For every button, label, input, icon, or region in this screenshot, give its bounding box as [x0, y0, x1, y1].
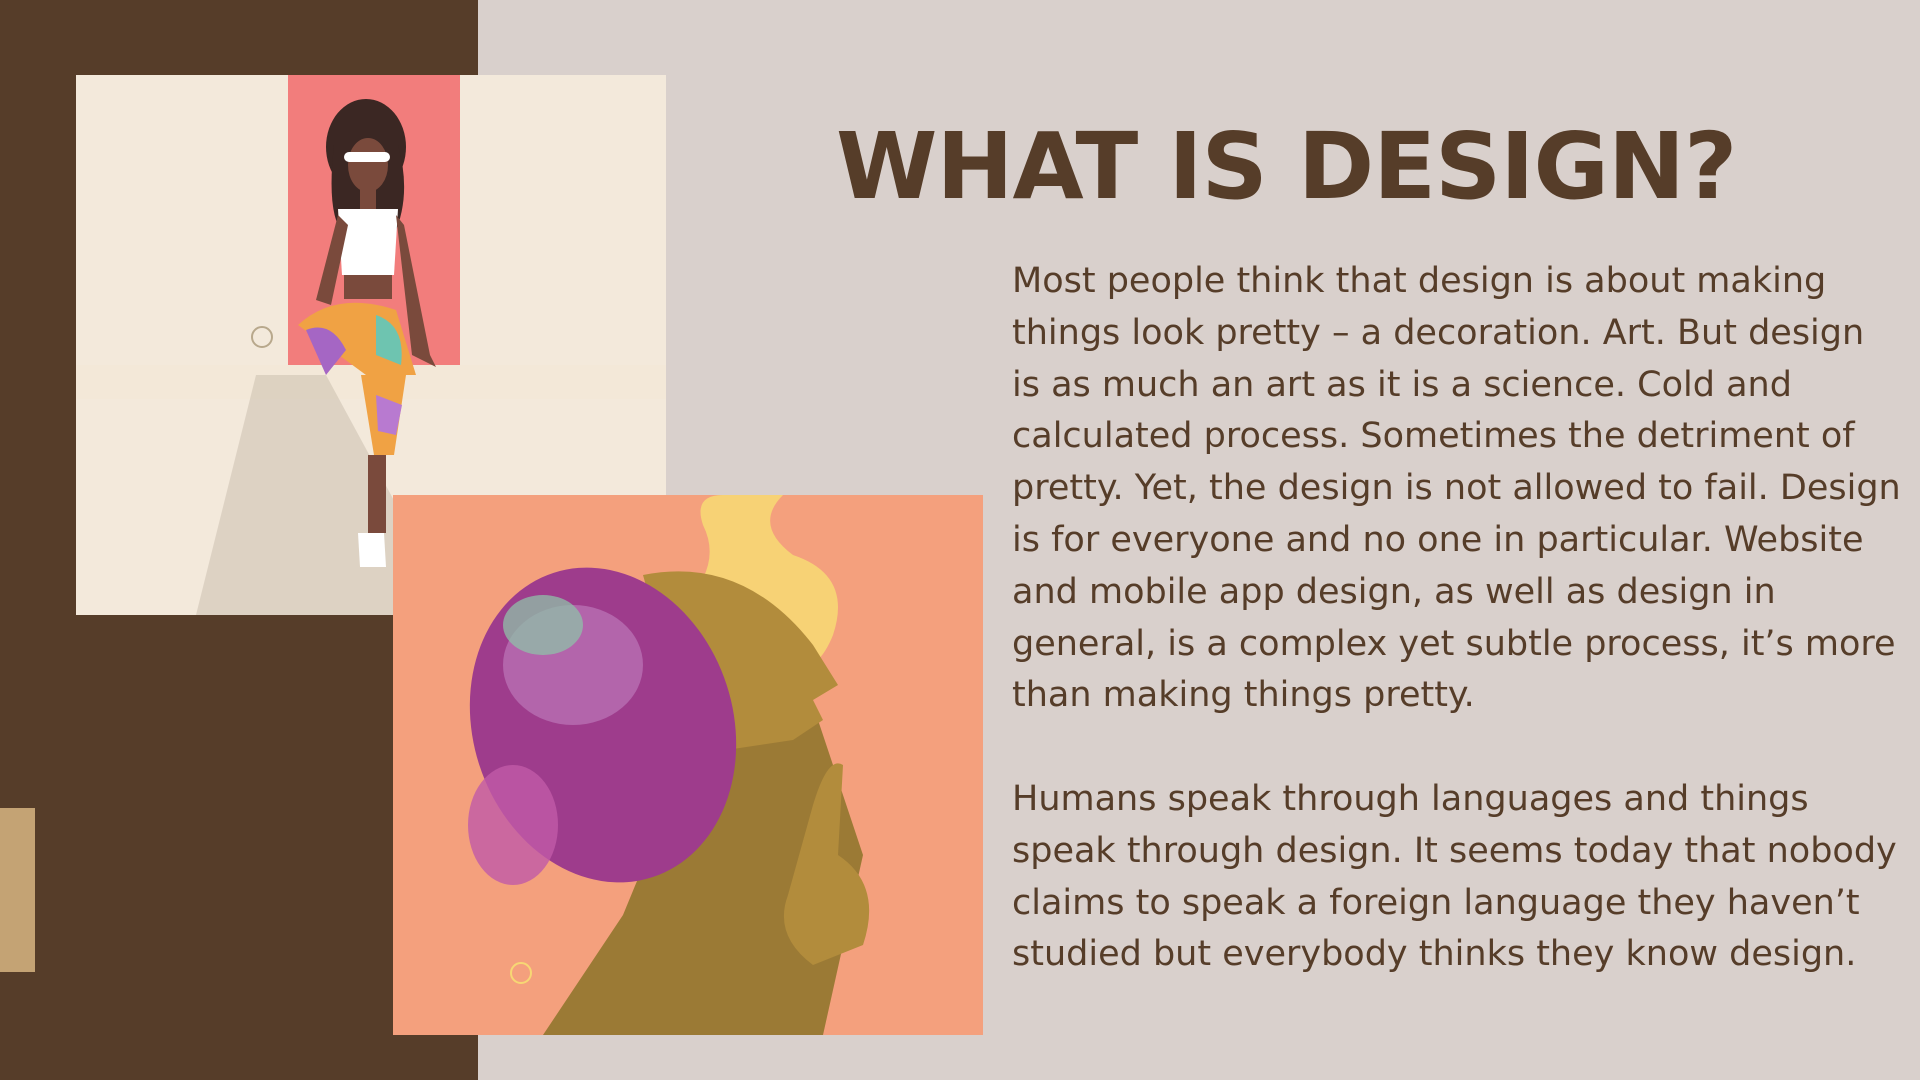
body-paragraph-2: Humans speak through languages and thing… [1012, 779, 1897, 975]
body-paragraph-1: Most people think that design is about m… [1012, 261, 1901, 716]
accent-bar [0, 808, 35, 972]
woman-profile-illustration [393, 495, 983, 1035]
page-title: WHAT IS DESIGN? [836, 113, 1737, 220]
